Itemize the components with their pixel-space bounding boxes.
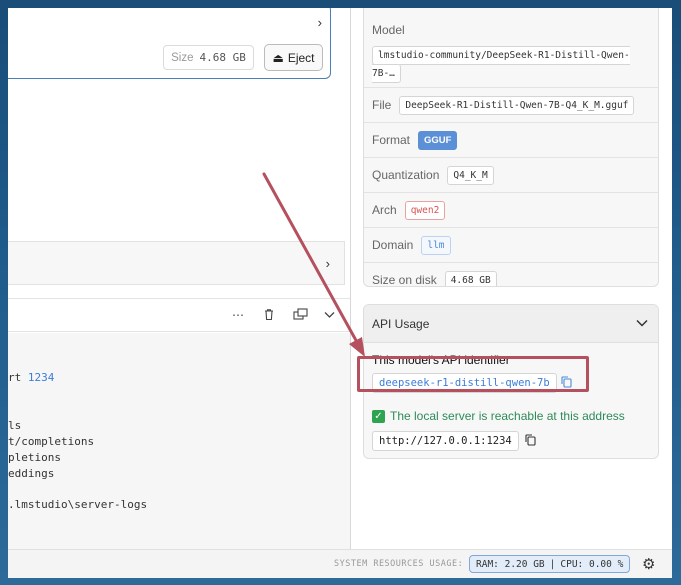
model-row: Model lmstudio-community/DeepSeek-R1-Dis… [364,8,658,83]
log-toolbar: ⋯ [8,298,350,332]
system-resources-badge[interactable]: RAM: 2.20 GB | CPU: 0.00 % [469,555,631,573]
quantization-value: Q4_K_M [447,165,494,185]
eject-label: Eject [287,50,315,65]
gear-icon[interactable]: ⚙ [642,555,655,573]
api-identifier-row: deepseek-r1-distill-qwen-7b [372,373,572,393]
quantization-row: Quantization Q4_K_M [364,157,658,192]
copy-icon[interactable] [561,375,572,391]
log-line: .lmstudio\server-logs [8,498,148,511]
arch-row: Arch qwen2 [364,192,658,227]
format-badge: GGUF [418,130,458,150]
api-usage-header[interactable]: API Usage [364,305,658,343]
chevron-right-icon[interactable]: › [318,15,322,30]
delete-icon[interactable] [263,308,275,324]
loaded-model-card[interactable]: › Size 4.68 GB ⏏ Eject [8,8,331,79]
format-row: Format GGUF [364,122,658,157]
cpu-usage: CPU: 0.00 % [560,558,624,570]
log-line: ls [8,419,22,432]
status-bar: SYSTEM RESOURCES USAGE: RAM: 2.20 GB | C… [8,549,672,578]
api-usage-card: API Usage This model's API identifier de… [363,304,659,459]
separator: | [549,558,556,570]
size-on-disk-row: Size on disk 4.68 GB [364,262,658,286]
log-line: rt 1234 [8,371,55,384]
domain-badge: llm [421,235,451,255]
right-pane: Model lmstudio-community/DeepSeek-R1-Dis… [351,8,672,549]
api-identifier-value[interactable]: deepseek-r1-distill-qwen-7b [372,373,557,393]
api-usage-title: API Usage [372,316,430,331]
chevron-down-icon[interactable] [636,315,648,330]
domain-row: Domain llm [364,227,658,262]
server-url[interactable]: http://127.0.0.1:1234 [372,431,519,451]
model-size-badge: Size 4.68 GB [163,45,254,70]
more-options-icon[interactable]: ⋯ [232,308,244,322]
collapsed-section[interactable]: › [8,241,345,285]
api-identifier-title: This model's API identifier [372,353,510,367]
log-line: eddings [8,467,55,480]
file-value: DeepSeek-R1-Distill-Qwen-7B-Q4_K_M.gguf [399,95,635,115]
copy-icon[interactable] [525,433,536,449]
popout-icon[interactable] [293,308,309,324]
eject-button[interactable]: ⏏ Eject [264,44,323,71]
chevron-right-icon[interactable]: › [326,256,330,271]
system-resources-label: SYSTEM RESOURCES USAGE: [334,559,464,569]
model-info-card: Model lmstudio-community/DeepSeek-R1-Dis… [363,8,659,287]
size-value: 4.68 GB [199,51,246,64]
left-pane: › Size 4.68 GB ⏏ Eject › ⋯ rt 1234 ls t/… [8,8,350,549]
log-line: pletions [8,451,61,464]
server-log-output[interactable]: rt 1234 ls t/completions pletions edding… [8,333,350,549]
server-reachable-status: ✓ The local server is reachable at this … [372,409,625,423]
eject-icon: ⏏ [272,50,284,65]
server-reachable-text: The local server is reachable at this ad… [390,409,625,423]
arch-badge: qwen2 [404,200,446,220]
size-label: Size [171,51,194,64]
ram-usage: RAM: 2.20 GB [476,558,545,570]
log-line: t/completions [8,435,95,448]
size-on-disk-value: 4.68 GB [444,270,497,286]
model-label: Model [372,23,405,37]
file-row: File DeepSeek-R1-Distill-Qwen-7B-Q4_K_M.… [364,87,658,122]
server-url-row: http://127.0.0.1:1234 [372,431,536,451]
model-value: lmstudio-community/DeepSeek-R1-Distill-Q… [372,46,630,83]
checkmark-icon: ✓ [372,409,385,423]
app-window: › Size 4.68 GB ⏏ Eject › ⋯ rt 1234 ls t/… [8,8,672,578]
chevron-down-icon[interactable] [324,308,335,322]
